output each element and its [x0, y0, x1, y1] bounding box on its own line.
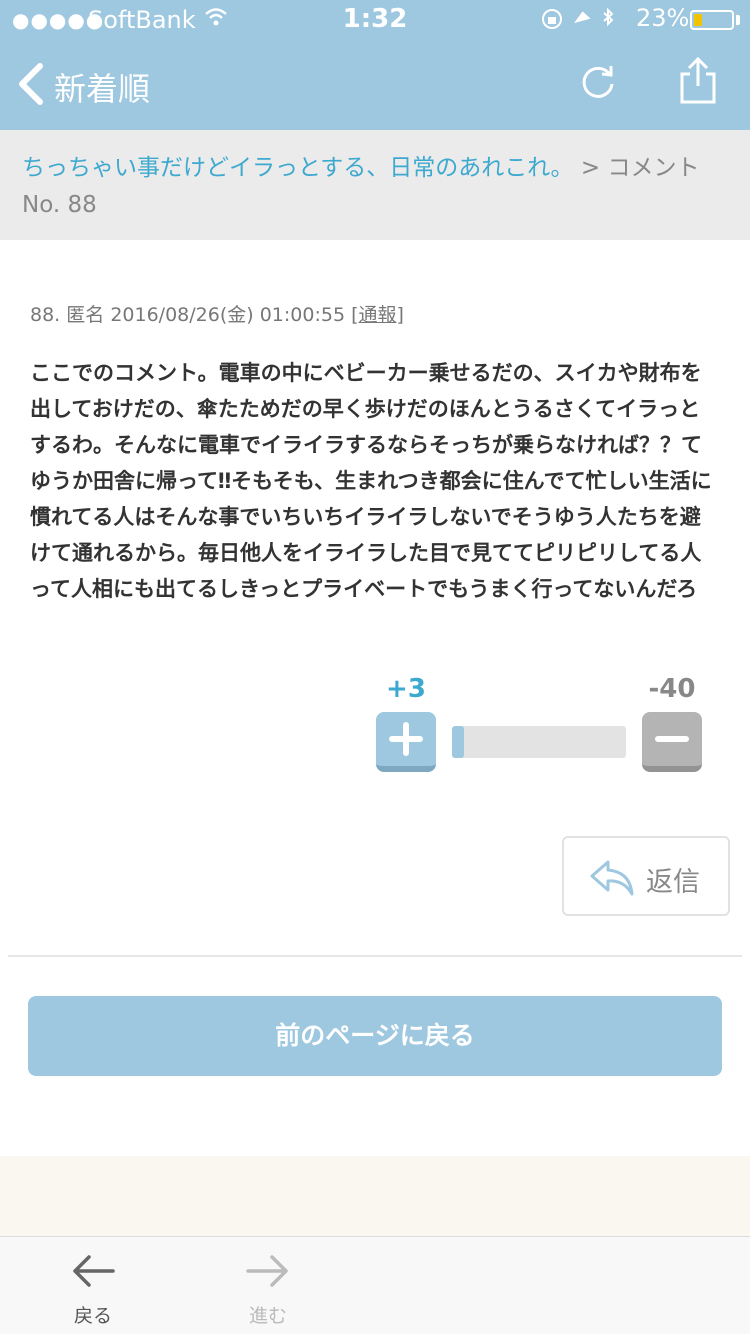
plus-icon [389, 722, 423, 756]
comment-meta: 88. 匿名 2016/08/26(金) 01:00:55 [通報] [30, 300, 404, 327]
navigation-bar: ●●●●● SoftBank 1:32 23% 新着順 [0, 0, 750, 130]
prev-page-button[interactable]: 前のページに戻る [28, 996, 722, 1076]
comment-datetime: 2016/08/26(金) 01:00:55 [110, 304, 346, 326]
vote-ratio-fill [452, 726, 464, 758]
report-bracket-open: [ [351, 304, 359, 326]
toolbar-back-button[interactable]: 戻る [33, 1237, 153, 1327]
share-icon[interactable] [678, 56, 718, 106]
breadcrumb-separator: > [573, 155, 608, 181]
minus-icon [655, 736, 689, 742]
toolbar-forward-label: 進む [248, 1305, 287, 1327]
footer-area [0, 1156, 750, 1236]
minus-vote-count: -40 [648, 674, 696, 704]
status-icons [540, 6, 630, 37]
report-link[interactable]: 通報 [359, 304, 397, 326]
comment-body: ここでのコメント。電車の中にベビーカー乗せるだの、スイカや財布を出しておけだの、… [30, 361, 712, 601]
plus-vote-button[interactable] [376, 712, 436, 772]
toolbar-forward-button[interactable]: 進む [208, 1237, 328, 1327]
reply-label: 返信 [646, 867, 700, 898]
location-icon [574, 11, 591, 24]
minus-vote-button[interactable] [642, 712, 702, 772]
status-bar: ●●●●● SoftBank 1:32 23% [0, 0, 750, 40]
bluetooth-icon [603, 7, 614, 27]
toolbar-back-label: 戻る [73, 1305, 112, 1327]
battery-percent: 23% [636, 4, 690, 32]
comment-author: 匿名 [66, 304, 105, 326]
reply-button[interactable]: 返信 [562, 836, 730, 916]
battery-tip [736, 15, 740, 25]
arrow-right-icon [242, 1251, 294, 1291]
nav-back-label[interactable]: 新着順 [54, 64, 150, 110]
breadcrumb-topic-link[interactable]: ちっちゃい事だけどイラっとする、日常のあれこれ。 [22, 155, 574, 181]
arrow-left-icon [67, 1251, 119, 1291]
rotation-lock-icon [542, 9, 562, 29]
comment-number: 88. [30, 304, 61, 326]
divider [8, 955, 742, 957]
plus-vote-count: +3 [386, 674, 426, 704]
battery-icon [690, 10, 734, 30]
breadcrumb-text: ちっちゃい事だけどイラっとする、日常のあれこれ。 > コメントNo. 88 [22, 150, 732, 224]
reply-arrow-icon [588, 858, 636, 898]
report-bracket-close: ] [396, 304, 404, 326]
bottom-toolbar: 戻る 進む [0, 1236, 750, 1334]
reload-icon[interactable] [578, 62, 618, 102]
breadcrumb: ちっちゃい事だけどイラっとする、日常のあれこれ。 > コメントNo. 88 [0, 130, 750, 240]
battery-level [694, 14, 702, 26]
vote-ratio-bar [452, 726, 626, 758]
